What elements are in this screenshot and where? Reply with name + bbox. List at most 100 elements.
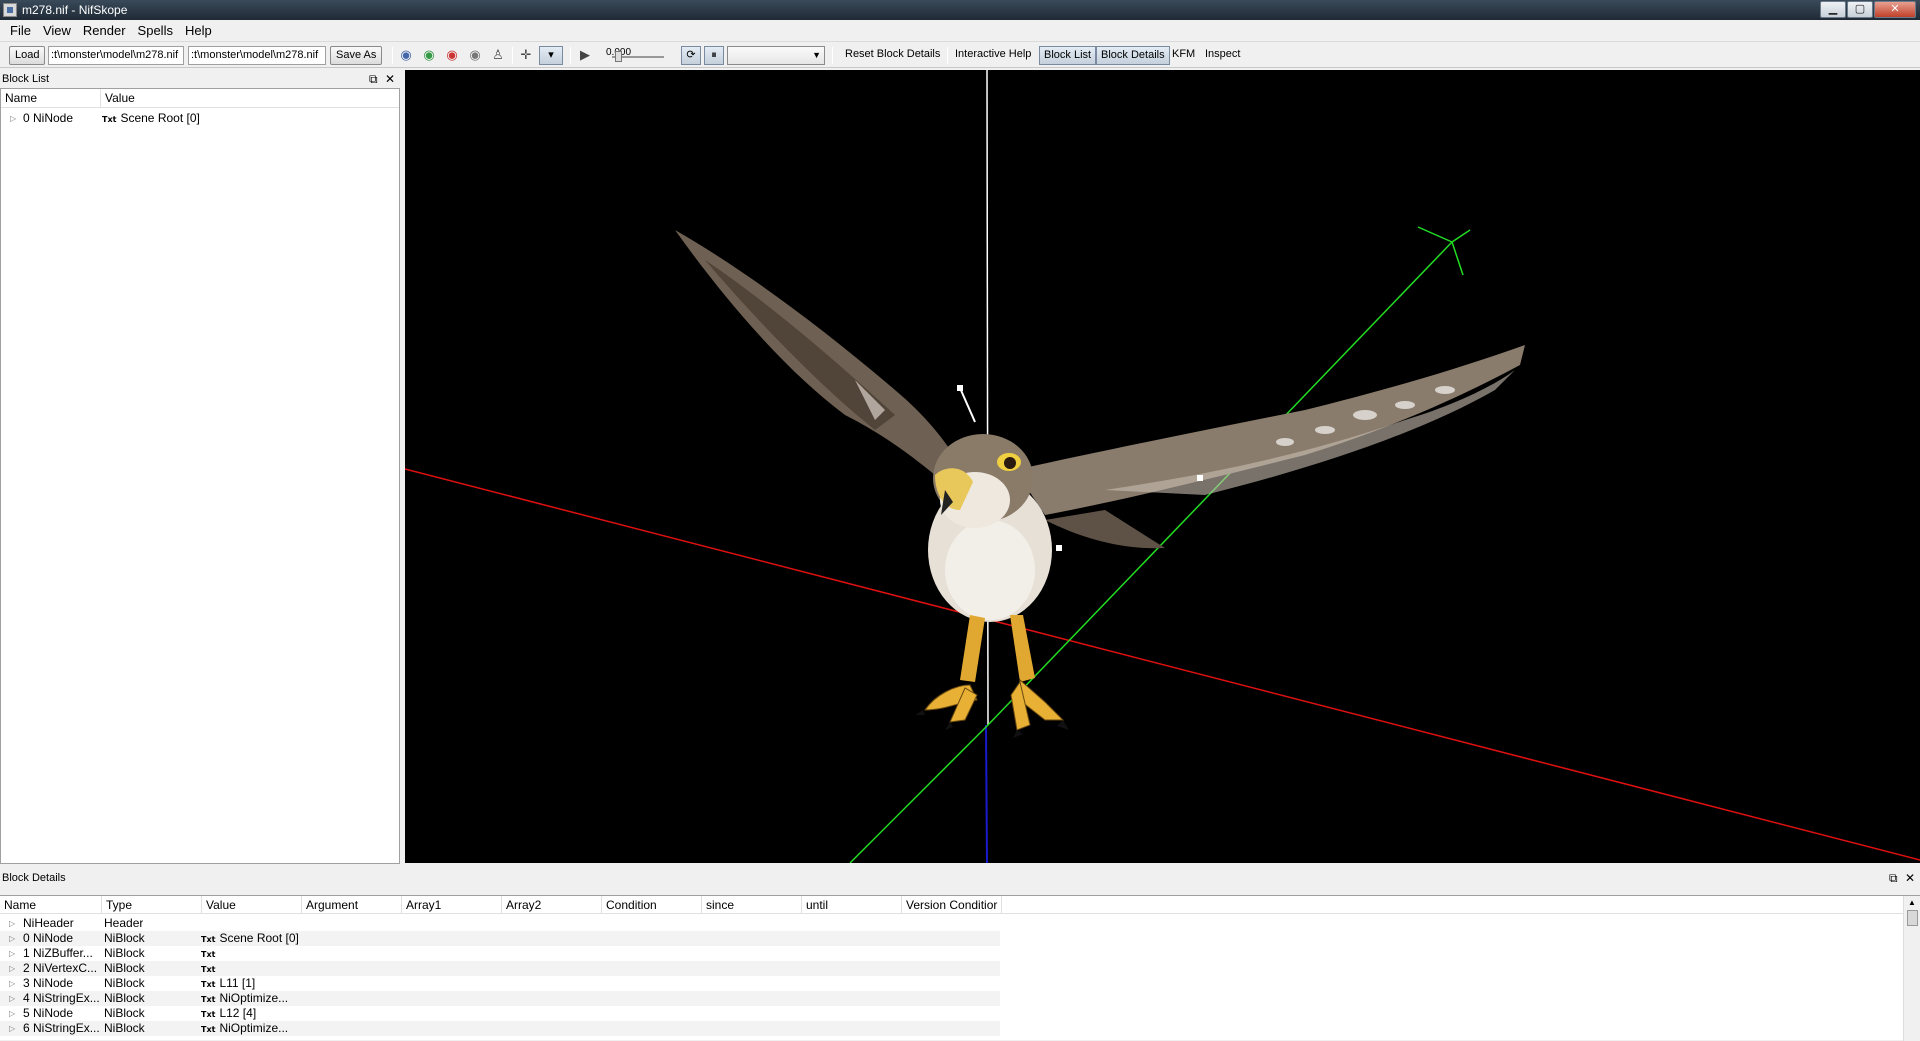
close-button[interactable]: ✕ xyxy=(1874,1,1916,18)
block-list-title: Block List xyxy=(2,73,50,85)
menu-help[interactable]: Help xyxy=(179,23,218,38)
column-name[interactable]: Name xyxy=(1,89,101,108)
right-wing xyxy=(1015,345,1525,515)
row-name: 4 NiStringEx... xyxy=(23,991,100,1005)
row-value: L11 [1] xyxy=(219,976,256,990)
expand-arrow-icon[interactable]: ▷ xyxy=(9,1006,15,1021)
maximize-button[interactable]: ▢ xyxy=(1847,1,1873,18)
text-type-icon: Txt xyxy=(102,115,117,124)
bird-model[interactable] xyxy=(675,230,1525,738)
tree-row[interactable]: ▷ 0 NiNode Txt Scene Root [0] xyxy=(1,111,399,126)
save-as-button[interactable]: Save As xyxy=(330,46,383,65)
text-type-icon: Txt xyxy=(201,965,216,974)
column-condition[interactable]: Condition xyxy=(602,896,702,914)
app-icon xyxy=(3,3,17,17)
table-row[interactable]: ▷ 3 NiNode NiBlock Txt L11 [1] xyxy=(0,976,1000,991)
view-user-icon[interactable]: ◉ xyxy=(465,46,485,65)
animation-select[interactable]: ▼ xyxy=(727,46,825,65)
menu-bar: File View Render Spells Help xyxy=(0,20,1920,42)
row-type: NiBlock xyxy=(104,991,145,1005)
column-array1[interactable]: Array1 xyxy=(402,896,502,914)
lighting-icon[interactable]: ✛ xyxy=(516,46,536,65)
menu-view[interactable]: View xyxy=(37,23,77,38)
time-slider-handle[interactable] xyxy=(615,51,622,62)
table-row[interactable]: ▷ 2 NiVertexC... NiBlock Txt xyxy=(0,961,1000,976)
table-row[interactable]: ▷ 0 NiNode NiBlock Txt Scene Root [0] xyxy=(0,931,1000,946)
row-name: 0 NiNode xyxy=(23,111,74,125)
close-icon[interactable]: ✕ xyxy=(385,70,395,88)
switch-anim-icon[interactable]: ⏸ xyxy=(704,46,724,65)
float-icon[interactable]: ⧉ xyxy=(1889,869,1898,887)
toolbar: Load :t\monster\model\m278.nif :t\monste… xyxy=(0,43,1920,68)
view-side-icon[interactable]: ◉ xyxy=(442,46,462,65)
table-row[interactable]: ▷ NiHeader Header xyxy=(0,916,1000,931)
menu-render[interactable]: Render xyxy=(77,23,132,38)
scroll-thumb[interactable] xyxy=(1907,910,1918,926)
vertical-scrollbar[interactable]: ▲ xyxy=(1903,896,1920,1041)
block-list-tree[interactable]: Name Value ▷ 0 NiNode Txt Scene Root [0] xyxy=(0,88,400,864)
column-type[interactable]: Type xyxy=(102,896,202,914)
float-icon[interactable]: ⧉ xyxy=(369,70,378,88)
row-type: NiBlock xyxy=(104,961,145,975)
view-dropdown-icon[interactable]: ▾ xyxy=(539,46,563,65)
expand-arrow-icon[interactable]: ▷ xyxy=(9,946,15,961)
row-type: NiBlock xyxy=(104,931,145,945)
menu-file[interactable]: File xyxy=(4,23,37,38)
right-leg xyxy=(1010,615,1035,682)
column-version-condition[interactable]: Version Conditior xyxy=(902,896,1002,914)
row-value: Scene Root [0] xyxy=(219,931,299,945)
expand-arrow-icon[interactable]: ▷ xyxy=(10,111,16,126)
column-until[interactable]: until xyxy=(802,896,902,914)
load-button[interactable]: Load xyxy=(9,46,46,65)
render-viewport[interactable] xyxy=(405,70,1920,863)
column-argument[interactable]: Argument xyxy=(302,896,402,914)
kfm-button[interactable]: KFM xyxy=(1168,46,1199,65)
row-name: 1 NiZBuffer... xyxy=(23,946,93,960)
row-type: NiBlock xyxy=(104,1006,145,1020)
loop-icon[interactable]: ⟳ xyxy=(681,46,701,65)
load-path-input[interactable]: :t\monster\model\m278.nif xyxy=(48,46,184,65)
minimize-button[interactable]: ▁ xyxy=(1820,1,1846,18)
walk-mode-icon[interactable]: ♙ xyxy=(488,46,508,65)
row-type: Header xyxy=(104,916,144,930)
expand-arrow-icon[interactable]: ▷ xyxy=(9,991,15,1006)
title-bar: m278.nif - NifSkope ▁ ▢ ✕ xyxy=(0,0,1920,20)
menu-spells[interactable]: Spells xyxy=(132,23,179,38)
table-row[interactable]: ▷ 5 NiNode NiBlock Txt L12 [4] xyxy=(0,1006,1000,1021)
text-type-icon: Txt xyxy=(201,950,216,959)
column-array2[interactable]: Array2 xyxy=(502,896,602,914)
row-type: NiBlock xyxy=(104,946,145,960)
column-value[interactable]: Value xyxy=(202,896,302,914)
expand-arrow-icon[interactable]: ▷ xyxy=(9,976,15,991)
table-row[interactable]: ▷ 4 NiStringEx... NiBlock Txt NiOptimize.… xyxy=(0,991,1000,1006)
block-details-toggle[interactable]: Block Details xyxy=(1096,46,1170,65)
scene-svg xyxy=(405,70,1920,863)
column-value[interactable]: Value xyxy=(101,89,399,108)
text-type-icon: Txt xyxy=(201,1010,216,1019)
row-value: NiOptimize... xyxy=(219,991,289,1005)
table-row[interactable]: ▷ 1 NiZBuffer... NiBlock Txt xyxy=(0,946,1000,961)
scroll-up-icon[interactable]: ▲ xyxy=(1908,898,1916,907)
block-details-title: Block Details xyxy=(2,872,66,884)
close-icon[interactable]: ✕ xyxy=(1905,869,1915,887)
column-since[interactable]: since xyxy=(702,896,802,914)
block-details-tree[interactable]: Name Type Value Argument Array1 Array2 C… xyxy=(0,895,1920,1041)
interactive-help-button[interactable]: Interactive Help xyxy=(951,46,1035,65)
block-list-toggle[interactable]: Block List xyxy=(1039,46,1097,65)
table-row[interactable]: ▷ 6 NiStringEx... NiBlock Txt NiOptimize.… xyxy=(0,1021,1000,1036)
window-title: m278.nif - NifSkope xyxy=(22,3,128,17)
expand-arrow-icon[interactable]: ▷ xyxy=(9,916,15,931)
expand-arrow-icon[interactable]: ▷ xyxy=(9,961,15,976)
expand-arrow-icon[interactable]: ▷ xyxy=(9,1021,15,1036)
row-type: NiBlock xyxy=(104,1021,145,1035)
view-front-icon[interactable]: ◉ xyxy=(419,46,439,65)
expand-arrow-icon[interactable]: ▷ xyxy=(9,931,15,946)
reset-block-details-button[interactable]: Reset Block Details xyxy=(841,46,944,65)
row-name: 3 NiNode xyxy=(23,976,74,990)
inspect-button[interactable]: Inspect xyxy=(1201,46,1244,65)
column-name[interactable]: Name xyxy=(0,896,102,914)
view-top-icon[interactable]: ◉ xyxy=(396,46,416,65)
play-icon[interactable]: ▶ xyxy=(575,46,595,65)
save-path-input[interactable]: :t\monster\model\m278.nif xyxy=(188,46,326,65)
row-name: 2 NiVertexC... xyxy=(23,961,98,975)
